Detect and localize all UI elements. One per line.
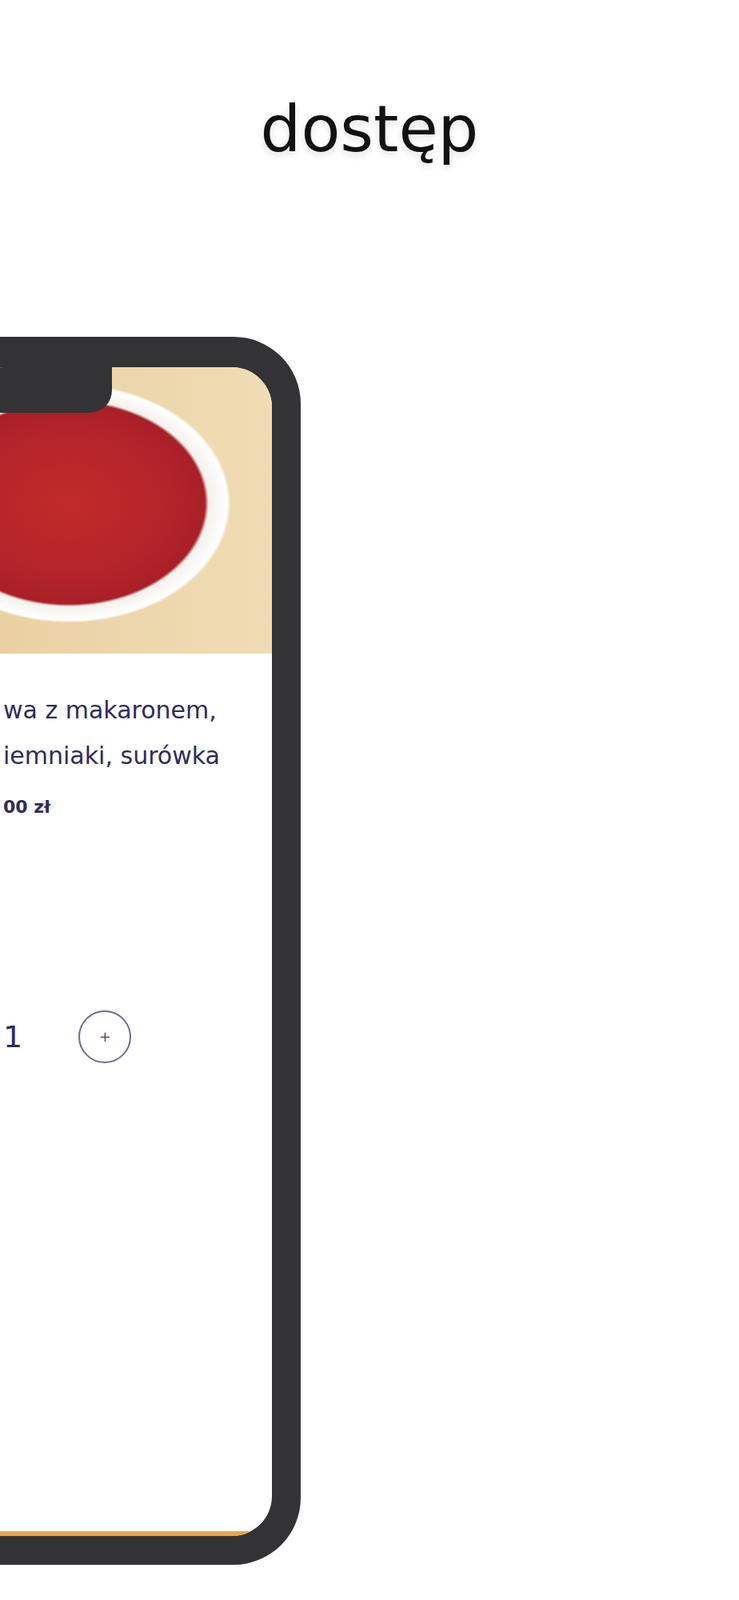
quantity-row: 1 + [3,1010,272,1063]
phone-screen: wa z makaronem,iemniaki, surówka 00 zł 1… [0,367,272,1536]
product-price: 00 zł [3,794,272,819]
bottom-bar [0,1530,272,1536]
product-name: wa z makaronem,iemniaki, surówka [3,687,272,779]
quantity-value: 1 [3,1021,23,1052]
product-name-line: iemniaki, surówka [3,732,272,779]
phone-mockup: wa z makaronem,iemniaki, surówka 00 zł 1… [0,336,301,1565]
page: dostęp wa z makaronem,iemniaki, surówka … [0,0,739,1600]
increment-button[interactable]: + [78,1010,132,1063]
heading: dostęp [0,0,739,162]
product-name-line: wa z makaronem, [3,687,272,733]
phone-notch [0,367,112,413]
product-details: wa z makaronem,iemniaki, surówka 00 zł 1… [0,653,272,1531]
